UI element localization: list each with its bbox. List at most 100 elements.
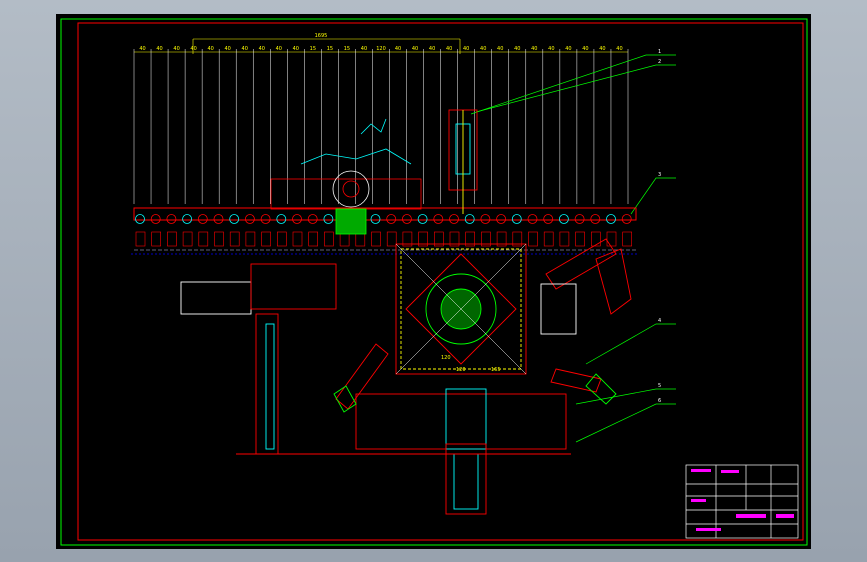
roller [606, 214, 616, 224]
dimension-label: 40 [582, 46, 588, 52]
roller [401, 214, 412, 224]
roller-bracket [528, 231, 538, 247]
callout-5: 5 [658, 383, 661, 389]
roller [543, 214, 554, 224]
roller [276, 214, 287, 224]
dimension-label: 40 [412, 46, 418, 52]
roller [417, 214, 428, 224]
dimension-label: 40 [599, 46, 605, 52]
dimension-chain-labels: 40 40 40 40 40 40 40 40 40 40 15 15 15 40 120 40 40 40 40 4… [139, 46, 622, 52]
roller-bracket [559, 231, 570, 247]
callout-4: 4 [658, 318, 661, 324]
roller [370, 214, 381, 224]
roller-bracket [229, 231, 240, 247]
roller-bracket [245, 231, 256, 247]
dimension-label: 40 [190, 46, 196, 52]
dimension-label: 40 [531, 46, 537, 52]
roller [590, 214, 601, 224]
roller [244, 214, 255, 224]
dimension-label: 40 [173, 46, 179, 52]
roller-bracket [543, 231, 554, 247]
dimension-label: 40 [156, 46, 162, 52]
roller [307, 214, 318, 224]
roller-bracket [590, 231, 601, 247]
roller [386, 214, 397, 224]
dimension-label: 15 [327, 46, 333, 52]
roller-bracket [386, 231, 397, 247]
roller-bracket [371, 231, 381, 247]
dimension-label: 15 [310, 46, 316, 52]
roller [229, 214, 240, 224]
dimension-label: 40 [395, 46, 401, 52]
callout-2: 2 [658, 59, 661, 65]
roller [135, 214, 145, 224]
vertical-cylinder-top [448, 109, 478, 214]
callout-1: 1 [658, 49, 661, 55]
dimension-label: 40 [446, 46, 452, 52]
roller-bracket [308, 231, 318, 247]
dimension-label: 40 [242, 46, 248, 52]
roller-bracket [167, 231, 177, 247]
roller-bracket [277, 231, 287, 247]
roller [558, 214, 569, 224]
dimension-label: 15 [344, 46, 350, 52]
dimension-label: 40 [139, 46, 145, 52]
roller [433, 214, 444, 224]
roller-bracket [575, 231, 585, 247]
dimension-label: 40 [259, 46, 265, 52]
callout-6: 6 [658, 398, 661, 404]
roller-bracket [198, 231, 209, 247]
lower-right-arm [550, 368, 617, 405]
dimension-label: 40 [548, 46, 554, 52]
dim-overall-label: 1695 [315, 33, 328, 39]
roller-bracket [182, 231, 193, 247]
roller-bracket [135, 231, 146, 247]
roller [292, 214, 302, 224]
dimension-label: 40 [497, 46, 503, 52]
dimension-extension-lines [133, 49, 629, 204]
dimension-label: 40 [361, 46, 367, 52]
dimension-label: 40 [276, 46, 282, 52]
lower-left-arm [333, 343, 389, 413]
roller [527, 214, 538, 224]
roller [260, 214, 271, 224]
dimension-label: 40 [429, 46, 435, 52]
callout-3: 3 [658, 172, 661, 178]
roller [182, 214, 193, 224]
roller [496, 214, 507, 224]
dimension-label: 40 [565, 46, 571, 52]
left-support-structure [180, 263, 337, 455]
dimension-label: 40 [480, 46, 486, 52]
roller [449, 214, 459, 224]
dimension-label: 40 [207, 46, 213, 52]
roller [511, 214, 522, 224]
callout-leaders [470, 54, 676, 443]
roller [323, 214, 334, 224]
roller [464, 214, 475, 224]
roller [213, 214, 224, 224]
cad-drawing-sheet: 1695 40 40 40 40 40 40 40 40 40 40 15 15 15 40 120 40 40… [56, 14, 811, 549]
dimension-label: 120 [376, 46, 386, 52]
dimension-label: 40 [225, 46, 231, 52]
roller-bracket [606, 231, 617, 247]
title-block-marks [691, 469, 794, 531]
roller [150, 214, 161, 224]
roller-bracket [324, 231, 334, 247]
roller-bracket [151, 231, 161, 247]
conveyor-rollers [135, 214, 633, 247]
roller-bracket [292, 231, 303, 247]
central-rotary-head [395, 243, 527, 375]
mid-dim-b: 165 [491, 367, 501, 373]
roller [480, 214, 491, 224]
lower-base-assembly [236, 388, 571, 515]
roller [574, 214, 585, 224]
roller-bracket [261, 231, 271, 247]
dimension-label: 40 [616, 46, 622, 52]
dimension-label: 40 [293, 46, 299, 52]
dimension-label: 40 [463, 46, 469, 52]
roller [621, 214, 632, 224]
dimension-label: 40 [514, 46, 520, 52]
roller-bracket [214, 231, 224, 247]
mid-dim-c: 120 [456, 367, 466, 373]
roller [166, 214, 177, 224]
